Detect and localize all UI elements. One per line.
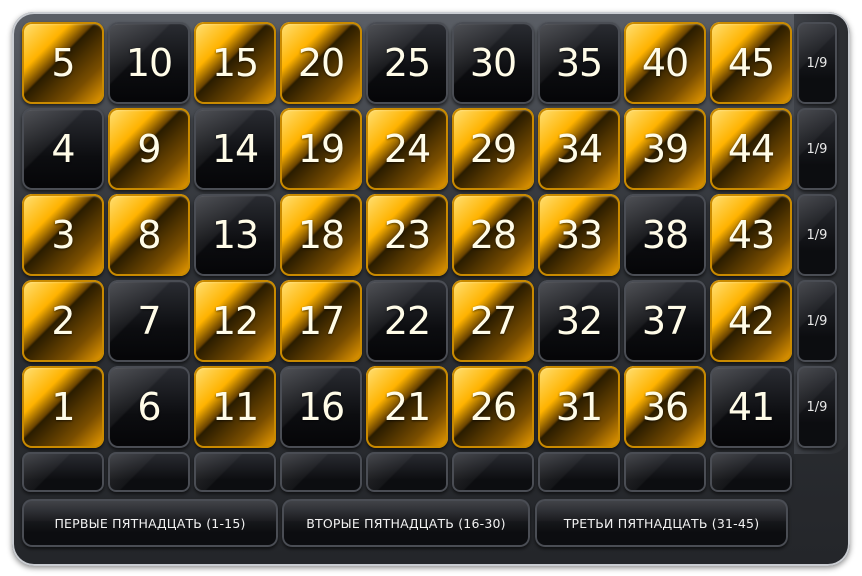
number-cell[interactable]: 4 bbox=[22, 108, 104, 190]
number-cell[interactable]: 44 bbox=[710, 108, 792, 190]
column-select-button[interactable] bbox=[538, 452, 620, 492]
number-cell[interactable]: 43 bbox=[710, 194, 792, 276]
number-cell[interactable]: 12 bbox=[194, 280, 276, 362]
number-cell[interactable]: 42 bbox=[710, 280, 792, 362]
number-cell[interactable]: 29 bbox=[452, 108, 534, 190]
number-cell[interactable]: 15 bbox=[194, 22, 276, 104]
number-cell[interactable]: 31 bbox=[538, 366, 620, 448]
number-cell[interactable]: 14 bbox=[194, 108, 276, 190]
number-cell[interactable]: 11 bbox=[194, 366, 276, 448]
row-label[interactable]: 1/9 bbox=[797, 366, 837, 448]
number-cell[interactable]: 17 bbox=[280, 280, 362, 362]
number-cell[interactable]: 16 bbox=[280, 366, 362, 448]
column-select-button[interactable] bbox=[22, 452, 104, 492]
number-cell[interactable]: 38 bbox=[624, 194, 706, 276]
number-cell[interactable]: 18 bbox=[280, 194, 362, 276]
column-select-button[interactable] bbox=[108, 452, 190, 492]
number-cell[interactable]: 24 bbox=[366, 108, 448, 190]
column-select-button[interactable] bbox=[452, 452, 534, 492]
number-cell[interactable]: 10 bbox=[108, 22, 190, 104]
number-cell[interactable]: 13 bbox=[194, 194, 276, 276]
row-label[interactable]: 1/9 bbox=[797, 108, 837, 190]
row-label[interactable]: 1/9 bbox=[797, 22, 837, 104]
number-cell[interactable]: 21 bbox=[366, 366, 448, 448]
number-cell[interactable]: 45 bbox=[710, 22, 792, 104]
number-cell[interactable]: 26 bbox=[452, 366, 534, 448]
column-select-button[interactable] bbox=[280, 452, 362, 492]
number-cell[interactable]: 22 bbox=[366, 280, 448, 362]
group-button[interactable]: ПЕРВЫЕ ПЯТНАДЦАТЬ (1-15) bbox=[22, 499, 278, 547]
number-cell[interactable]: 37 bbox=[624, 280, 706, 362]
row-label[interactable]: 1/9 bbox=[797, 194, 837, 276]
number-cell[interactable]: 33 bbox=[538, 194, 620, 276]
number-cell[interactable]: 20 bbox=[280, 22, 362, 104]
column-select-button[interactable] bbox=[366, 452, 448, 492]
column-select-button[interactable] bbox=[194, 452, 276, 492]
number-cell[interactable]: 8 bbox=[108, 194, 190, 276]
number-cell[interactable]: 2 bbox=[22, 280, 104, 362]
number-cell[interactable]: 30 bbox=[452, 22, 534, 104]
number-cell[interactable]: 41 bbox=[710, 366, 792, 448]
number-cell[interactable]: 19 bbox=[280, 108, 362, 190]
number-cell[interactable]: 39 bbox=[624, 108, 706, 190]
number-cell[interactable]: 23 bbox=[366, 194, 448, 276]
number-cell[interactable]: 34 bbox=[538, 108, 620, 190]
number-cell[interactable]: 40 bbox=[624, 22, 706, 104]
row-label[interactable]: 1/9 bbox=[797, 280, 837, 362]
number-cell[interactable]: 6 bbox=[108, 366, 190, 448]
number-cell[interactable]: 36 bbox=[624, 366, 706, 448]
number-cell[interactable]: 7 bbox=[108, 280, 190, 362]
number-cell[interactable]: 25 bbox=[366, 22, 448, 104]
number-cell[interactable]: 27 bbox=[452, 280, 534, 362]
number-cell[interactable]: 9 bbox=[108, 108, 190, 190]
number-cell[interactable]: 28 bbox=[452, 194, 534, 276]
number-cell[interactable]: 3 bbox=[22, 194, 104, 276]
number-cell[interactable]: 32 bbox=[538, 280, 620, 362]
group-button[interactable]: ТРЕТЬИ ПЯТНАДЦАТЬ (31-45) bbox=[535, 499, 788, 547]
number-cell[interactable]: 5 bbox=[22, 22, 104, 104]
number-cell[interactable]: 1 bbox=[22, 366, 104, 448]
number-cell[interactable]: 35 bbox=[538, 22, 620, 104]
group-button[interactable]: ВТОРЫЕ ПЯТНАДЦАТЬ (16-30) bbox=[282, 499, 530, 547]
column-select-button[interactable] bbox=[710, 452, 792, 492]
column-select-button[interactable] bbox=[624, 452, 706, 492]
